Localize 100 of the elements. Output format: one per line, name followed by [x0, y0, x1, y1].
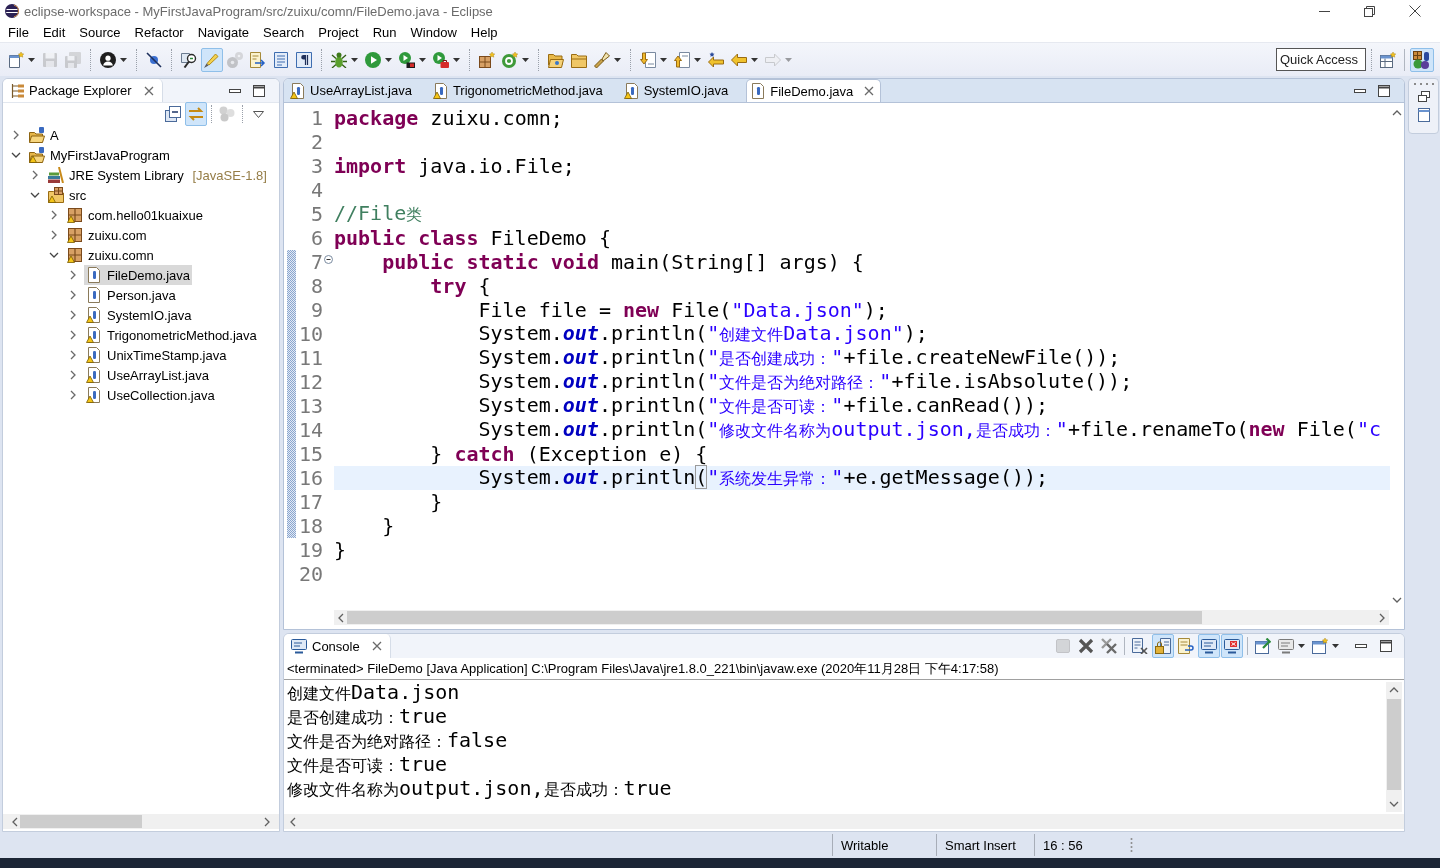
code-line: }	[381, 514, 395, 538]
chevron-right-icon[interactable]	[70, 270, 76, 280]
vertical-scrollbar[interactable]	[1386, 682, 1402, 812]
close-icon[interactable]	[143, 85, 154, 96]
tree-item[interactable]: zuixu.comn	[65, 245, 156, 265]
grip-icon[interactable]	[1130, 837, 1133, 853]
play-icon	[365, 51, 381, 68]
scroll-lock-button[interactable]	[1152, 634, 1174, 658]
scroll-right-icon[interactable]	[1379, 612, 1385, 623]
stderr-button[interactable]	[1221, 634, 1243, 658]
scroll-down-icon[interactable]	[1392, 597, 1402, 603]
editor-tab[interactable]: FileDemo.java	[746, 79, 882, 102]
chevron-down-icon[interactable]	[30, 192, 40, 198]
scroll-right-icon[interactable]	[264, 816, 270, 827]
scroll-left-icon[interactable]	[12, 816, 18, 827]
scroll-down-icon[interactable]	[1389, 801, 1399, 807]
tree-item[interactable]: Person.java	[84, 285, 178, 305]
scroll-left-icon[interactable]	[338, 612, 344, 623]
discs-icon	[227, 51, 243, 68]
chevron-down-icon[interactable]	[49, 252, 59, 258]
horizontal-scrollbar[interactable]	[334, 610, 1389, 625]
chevron-right-icon[interactable]	[70, 350, 76, 360]
window-title: eclipse-workspace - MyFirstJavaProgram/src/zuixu/comn/FileDemo.java - Eclipse	[24, 3, 493, 19]
close-icon[interactable]	[1408, 5, 1421, 17]
minimize-icon[interactable]	[1354, 88, 1366, 93]
scroll-left-icon[interactable]	[290, 816, 296, 827]
menu-item[interactable]: Edit	[35, 22, 73, 42]
chevron-right-icon[interactable]	[70, 310, 76, 320]
document-cross-icon	[1132, 638, 1148, 654]
horizontal-scrollbar[interactable]	[3, 814, 279, 829]
perspective-button[interactable]	[1410, 47, 1434, 72]
maximize-icon[interactable]	[1380, 640, 1392, 652]
chevron-down-icon[interactable]	[11, 152, 21, 158]
horizontal-scrollbar[interactable]	[284, 814, 1404, 829]
stdout-button[interactable]	[1198, 634, 1220, 658]
scrollbar-thumb[interactable]	[347, 611, 1202, 624]
editor-tab[interactable]: TrigonometricMethod.java	[429, 79, 609, 102]
scrollbar-thumb[interactable]	[1387, 699, 1401, 790]
tree-item[interactable]: UnixTimeStamp.java	[84, 345, 229, 365]
tree-item[interactable]: UseArrayList.java	[84, 365, 211, 385]
restore-icon[interactable]	[1364, 5, 1375, 17]
code-line: System.out.println("修改文件名称为output.json,是否成功："+file.renameTo(new File("c	[477, 417, 1381, 443]
tree-item[interactable]: com.hello01kuaixue	[65, 205, 205, 225]
tree-item[interactable]: MyFirstJavaProgram	[27, 145, 172, 165]
minimize-icon[interactable]	[1319, 10, 1330, 12]
package-explorer-tab[interactable]: Package Explorer	[3, 79, 163, 102]
menu-item[interactable]: File	[1, 22, 36, 42]
tree-item[interactable]: UseCollection.java	[84, 385, 217, 405]
maximize-icon[interactable]	[253, 84, 265, 97]
editor-tab[interactable]: UseArrayList.java	[287, 79, 418, 102]
chevron-right-icon[interactable]	[70, 370, 76, 380]
chevron-right-icon[interactable]	[51, 230, 57, 240]
menu-item[interactable]: Source	[72, 22, 128, 42]
chevron-right-icon[interactable]	[13, 130, 19, 140]
tree-item[interactable]: zuixu.com	[65, 225, 149, 245]
chevron-right-icon[interactable]	[70, 390, 76, 400]
line-number: 12	[298, 370, 323, 394]
scroll-up-icon[interactable]	[1392, 110, 1402, 116]
menu-item[interactable]: Navigate	[190, 22, 256, 42]
chevron-right-icon[interactable]	[51, 210, 57, 220]
maximize-icon[interactable]	[1378, 84, 1390, 97]
code-line: } catch (Exception e) {	[429, 442, 708, 466]
tree-item[interactable]: TrigonometricMethod.java	[84, 325, 259, 345]
tree-item[interactable]: SystemIO.java	[84, 305, 194, 325]
monitor-alert-icon	[1224, 638, 1240, 654]
menu-item[interactable]: Search	[256, 22, 312, 42]
fold-icon[interactable]	[324, 255, 333, 264]
editor-tab[interactable]: SystemIO.java	[620, 79, 735, 102]
code-line: package zuixu.comn;	[334, 106, 563, 130]
tree-item[interactable]: FileDemo.java	[84, 265, 193, 285]
tree-item[interactable]: src	[46, 185, 89, 205]
play-toolbox-icon	[433, 51, 449, 68]
close-icon[interactable]	[864, 86, 875, 96]
chevron-right-icon[interactable]	[70, 330, 76, 340]
close-icon[interactable]	[371, 641, 382, 651]
tree-item[interactable]: A	[27, 125, 61, 145]
console-tab[interactable]: Console	[284, 634, 391, 658]
quick-access-field[interactable]: Quick Access	[1276, 48, 1366, 71]
window-icon[interactable]	[1417, 108, 1430, 122]
menu-item[interactable]: Run	[365, 22, 404, 42]
scrollbar-thumb[interactable]	[20, 815, 142, 828]
status-field: Writable	[832, 834, 936, 856]
restore-icon[interactable]	[1417, 91, 1430, 102]
chevron-right-icon[interactable]	[32, 170, 38, 180]
line-number: 16	[298, 466, 323, 490]
line-number: 10	[298, 322, 323, 346]
menu-item[interactable]: Refactor	[127, 22, 191, 42]
caret-icon	[614, 57, 621, 62]
chevron-right-icon[interactable]	[70, 290, 76, 300]
status-field: 16 : 56	[1034, 834, 1124, 856]
caret-icon	[1298, 644, 1305, 648]
menu-item[interactable]: Help	[463, 22, 505, 42]
scroll-up-icon[interactable]	[1389, 687, 1399, 693]
minimize-icon[interactable]	[1355, 644, 1367, 648]
code-line: public static void main(String[] args) {	[381, 250, 864, 274]
arrow-down-document-icon	[640, 51, 656, 68]
minimize-icon[interactable]	[229, 88, 241, 93]
tree-item[interactable]: JRE System Library [JavaSE-1.8]	[46, 165, 269, 185]
menu-item[interactable]: Project	[311, 22, 366, 42]
menu-item[interactable]: Window	[403, 22, 464, 42]
